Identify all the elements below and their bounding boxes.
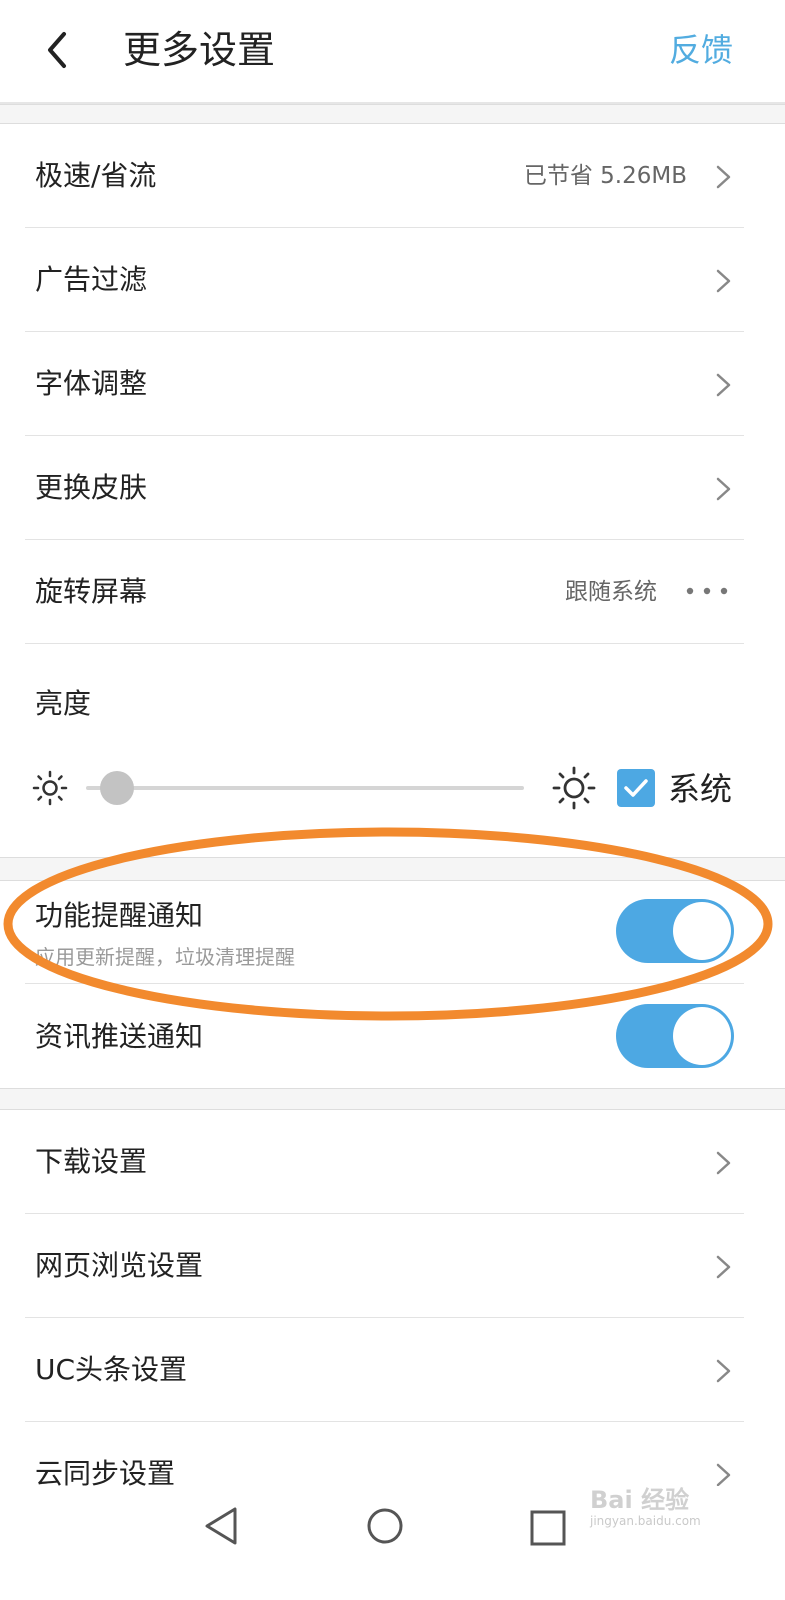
brightness-slider-thumb[interactable] (99, 771, 134, 805)
setting-skin[interactable]: 更换皮肤 (0, 436, 785, 540)
chevron-right-icon (716, 373, 731, 397)
notification-title: 资讯推送通知 (35, 1020, 204, 1053)
watermark-logo: Bai 经验 (590, 1486, 689, 1514)
setting-label: 下载设置 (35, 1145, 148, 1178)
toggle-knob (673, 1007, 731, 1065)
feature-notification-row: 功能提醒通知 应用更新提醒，垃圾清理提醒 (0, 880, 785, 984)
setting-label: 更换皮肤 (35, 471, 148, 504)
setting-download[interactable]: 下载设置 (0, 1110, 785, 1214)
setting-label: 旋转屏幕 (35, 575, 148, 608)
setting-web-browsing[interactable]: 网页浏览设置 (0, 1214, 785, 1318)
system-brightness-checkbox[interactable] (617, 769, 655, 807)
chevron-right-icon (716, 477, 731, 501)
toggle-knob (673, 902, 731, 960)
notification-subtitle: 应用更新提醒，垃圾清理提醒 (35, 945, 295, 969)
setting-label: 极速/省流 (35, 159, 157, 192)
more-dots-icon (686, 587, 728, 595)
setting-value: 跟随系统 (565, 579, 657, 605)
row-divider (25, 983, 744, 984)
notification-title: 功能提醒通知 (35, 899, 204, 932)
nav-home-icon[interactable] (365, 1504, 405, 1548)
chevron-right-icon (716, 1359, 731, 1383)
setting-label: 广告过滤 (35, 263, 148, 296)
setting-label: 网页浏览设置 (35, 1249, 204, 1282)
news-push-notification-row: 资讯推送通知 (0, 985, 785, 1087)
chevron-right-icon (716, 269, 731, 293)
feedback-button[interactable]: 反馈 (669, 28, 733, 72)
back-arrow-icon (48, 32, 66, 68)
chevron-right-icon (716, 1255, 731, 1279)
brightness-low-icon (32, 770, 68, 806)
row-divider (25, 643, 744, 644)
brightness-label: 亮度 (35, 687, 92, 720)
section-divider (0, 857, 785, 881)
brightness-high-icon (552, 766, 596, 810)
watermark-url: jingyan.baidu.com (590, 1514, 701, 1528)
setting-ad-filter[interactable]: 广告过滤 (0, 228, 785, 332)
section-divider (0, 1088, 785, 1110)
setting-label: 字体调整 (35, 367, 148, 400)
setting-uc-headlines[interactable]: UC头条设置 (0, 1318, 785, 1422)
setting-rotate-screen[interactable]: 旋转屏幕 跟随系统 (0, 540, 785, 644)
chevron-right-icon (716, 1151, 731, 1175)
section-divider (0, 104, 785, 124)
baidu-paw-icon: Bai 经验 (590, 1486, 689, 1514)
chevron-right-icon (716, 165, 731, 189)
setting-font-size[interactable]: 字体调整 (0, 332, 785, 436)
feature-notification-toggle[interactable] (616, 899, 734, 963)
nav-recent-apps-icon[interactable] (528, 1508, 568, 1548)
brightness-slider[interactable] (86, 786, 524, 790)
nav-back-icon[interactable] (201, 1504, 241, 1548)
checkmark-icon (624, 779, 648, 797)
back-button[interactable] (30, 20, 90, 80)
page-title: 更多设置 (123, 28, 276, 72)
setting-value: 已节省 5.26MB (523, 163, 687, 189)
top-bar: 更多设置 反馈 (0, 0, 785, 104)
news-push-toggle[interactable] (616, 1004, 734, 1068)
baidu-watermark: Bai 经验 jingyan.baidu.com (590, 1482, 740, 1532)
system-brightness-label: 系统 (668, 770, 733, 808)
setting-label: UC头条设置 (35, 1353, 188, 1386)
setting-speed-saving[interactable]: 极速/省流 已节省 5.26MB (0, 124, 785, 228)
